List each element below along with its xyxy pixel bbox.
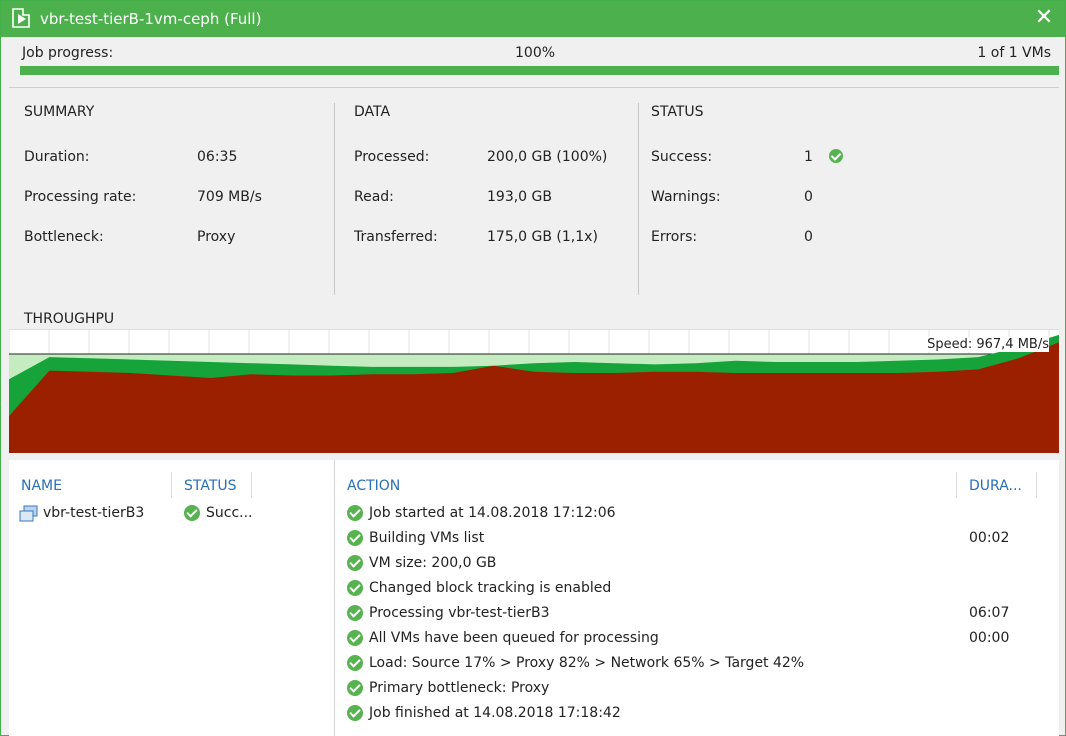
success-icon bbox=[347, 580, 363, 596]
data-processed-label: Processed: bbox=[354, 149, 430, 165]
action-text[interactable]: Processing vbr-test-tierB3 bbox=[369, 605, 550, 621]
success-icon bbox=[347, 705, 363, 721]
data-read-value: 193,0 GB bbox=[487, 189, 552, 205]
job-progress-vm-count: 1 of 1 VMs bbox=[977, 45, 1051, 61]
duration-header[interactable]: DURA... bbox=[969, 478, 1022, 494]
success-icon bbox=[347, 555, 363, 571]
summary-duration-label: Duration: bbox=[24, 149, 90, 165]
action-text[interactable]: All VMs have been queued for processing bbox=[369, 630, 659, 646]
status-errors-value: 0 bbox=[804, 229, 813, 245]
column-separator[interactable] bbox=[1036, 472, 1037, 498]
job-progress-label: Job progress: bbox=[22, 45, 114, 61]
success-icon bbox=[829, 149, 843, 163]
action-text[interactable]: Changed block tracking is enabled bbox=[369, 580, 611, 596]
data-processed-value: 200,0 GB (100%) bbox=[487, 149, 608, 165]
action-text[interactable]: Job finished at 14.08.2018 17:18:42 bbox=[369, 705, 621, 721]
action-duration: 06:07 bbox=[969, 605, 1010, 621]
action-duration: 00:02 bbox=[969, 530, 1010, 546]
job-progress-percent: 100% bbox=[515, 45, 556, 61]
success-icon bbox=[347, 530, 363, 546]
job-session-window: vbr-test-tierB-1vm-ceph (Full) ✕ Job pro… bbox=[0, 0, 1066, 736]
section-divider bbox=[334, 103, 335, 295]
divider bbox=[9, 87, 1059, 88]
summary-title: SUMMARY bbox=[24, 104, 95, 120]
action-text[interactable]: Primary bottleneck: Proxy bbox=[369, 680, 549, 696]
status-title: STATUS bbox=[651, 104, 704, 120]
summary-bottleneck-label: Bottleneck: bbox=[24, 229, 104, 245]
summary-duration-value: 06:35 bbox=[197, 149, 238, 165]
job-progress-bar bbox=[20, 66, 1059, 75]
action-header[interactable]: ACTION bbox=[347, 478, 400, 494]
details-panel: NAME STATUS vbr-test-tierB3 Succ... ACTI… bbox=[9, 460, 1059, 736]
success-icon bbox=[347, 505, 363, 521]
status-warnings-value: 0 bbox=[804, 189, 813, 205]
close-icon[interactable]: ✕ bbox=[1031, 5, 1057, 31]
action-duration: 00:00 bbox=[969, 630, 1010, 646]
section-divider bbox=[638, 103, 639, 295]
summary-rate-value: 709 MB/s bbox=[197, 189, 262, 205]
title-bar: vbr-test-tierB-1vm-ceph (Full) ✕ bbox=[1, 1, 1065, 37]
success-icon bbox=[347, 630, 363, 646]
status-warnings-label: Warnings: bbox=[651, 189, 721, 205]
job-progress-fill bbox=[20, 66, 1059, 75]
data-read-label: Read: bbox=[354, 189, 394, 205]
column-separator[interactable] bbox=[956, 472, 957, 498]
action-text[interactable]: Job started at 14.08.2018 17:12:06 bbox=[369, 505, 616, 521]
success-icon bbox=[347, 680, 363, 696]
vm-status-header[interactable]: STATUS bbox=[184, 478, 237, 494]
throughput-chart: Speed: 967,4 MB/s bbox=[8, 329, 1059, 453]
action-text[interactable]: VM size: 200,0 GB bbox=[369, 555, 496, 571]
vm-name-header[interactable]: NAME bbox=[21, 478, 62, 494]
throughput-label: THROUGHPU bbox=[24, 311, 115, 327]
column-separator[interactable] bbox=[251, 472, 252, 498]
success-icon bbox=[347, 605, 363, 621]
action-text[interactable]: Load: Source 17% > Proxy 82% > Network 6… bbox=[369, 655, 804, 671]
data-title: DATA bbox=[354, 104, 391, 120]
summary-bottleneck-value: Proxy bbox=[197, 229, 236, 245]
success-icon bbox=[347, 655, 363, 671]
panel-divider bbox=[334, 460, 335, 736]
action-text[interactable]: Building VMs list bbox=[369, 530, 484, 546]
column-separator[interactable] bbox=[171, 472, 172, 498]
vm-icon bbox=[19, 505, 38, 522]
data-transferred-label: Transferred: bbox=[354, 229, 438, 245]
summary-rate-label: Processing rate: bbox=[24, 189, 137, 205]
success-icon bbox=[184, 505, 200, 521]
vm-name[interactable]: vbr-test-tierB3 bbox=[43, 505, 144, 521]
status-success-value: 1 bbox=[804, 149, 813, 165]
status-success-label: Success: bbox=[651, 149, 713, 165]
job-icon bbox=[12, 8, 30, 28]
data-transferred-value: 175,0 GB (1,1x) bbox=[487, 229, 598, 245]
vm-status[interactable]: Succ... bbox=[206, 505, 253, 521]
window-title: vbr-test-tierB-1vm-ceph (Full) bbox=[40, 10, 262, 28]
speed-label: Speed: 967,4 MB/s bbox=[923, 337, 1049, 352]
throughput-chart-svg bbox=[8, 330, 1059, 453]
status-errors-label: Errors: bbox=[651, 229, 698, 245]
